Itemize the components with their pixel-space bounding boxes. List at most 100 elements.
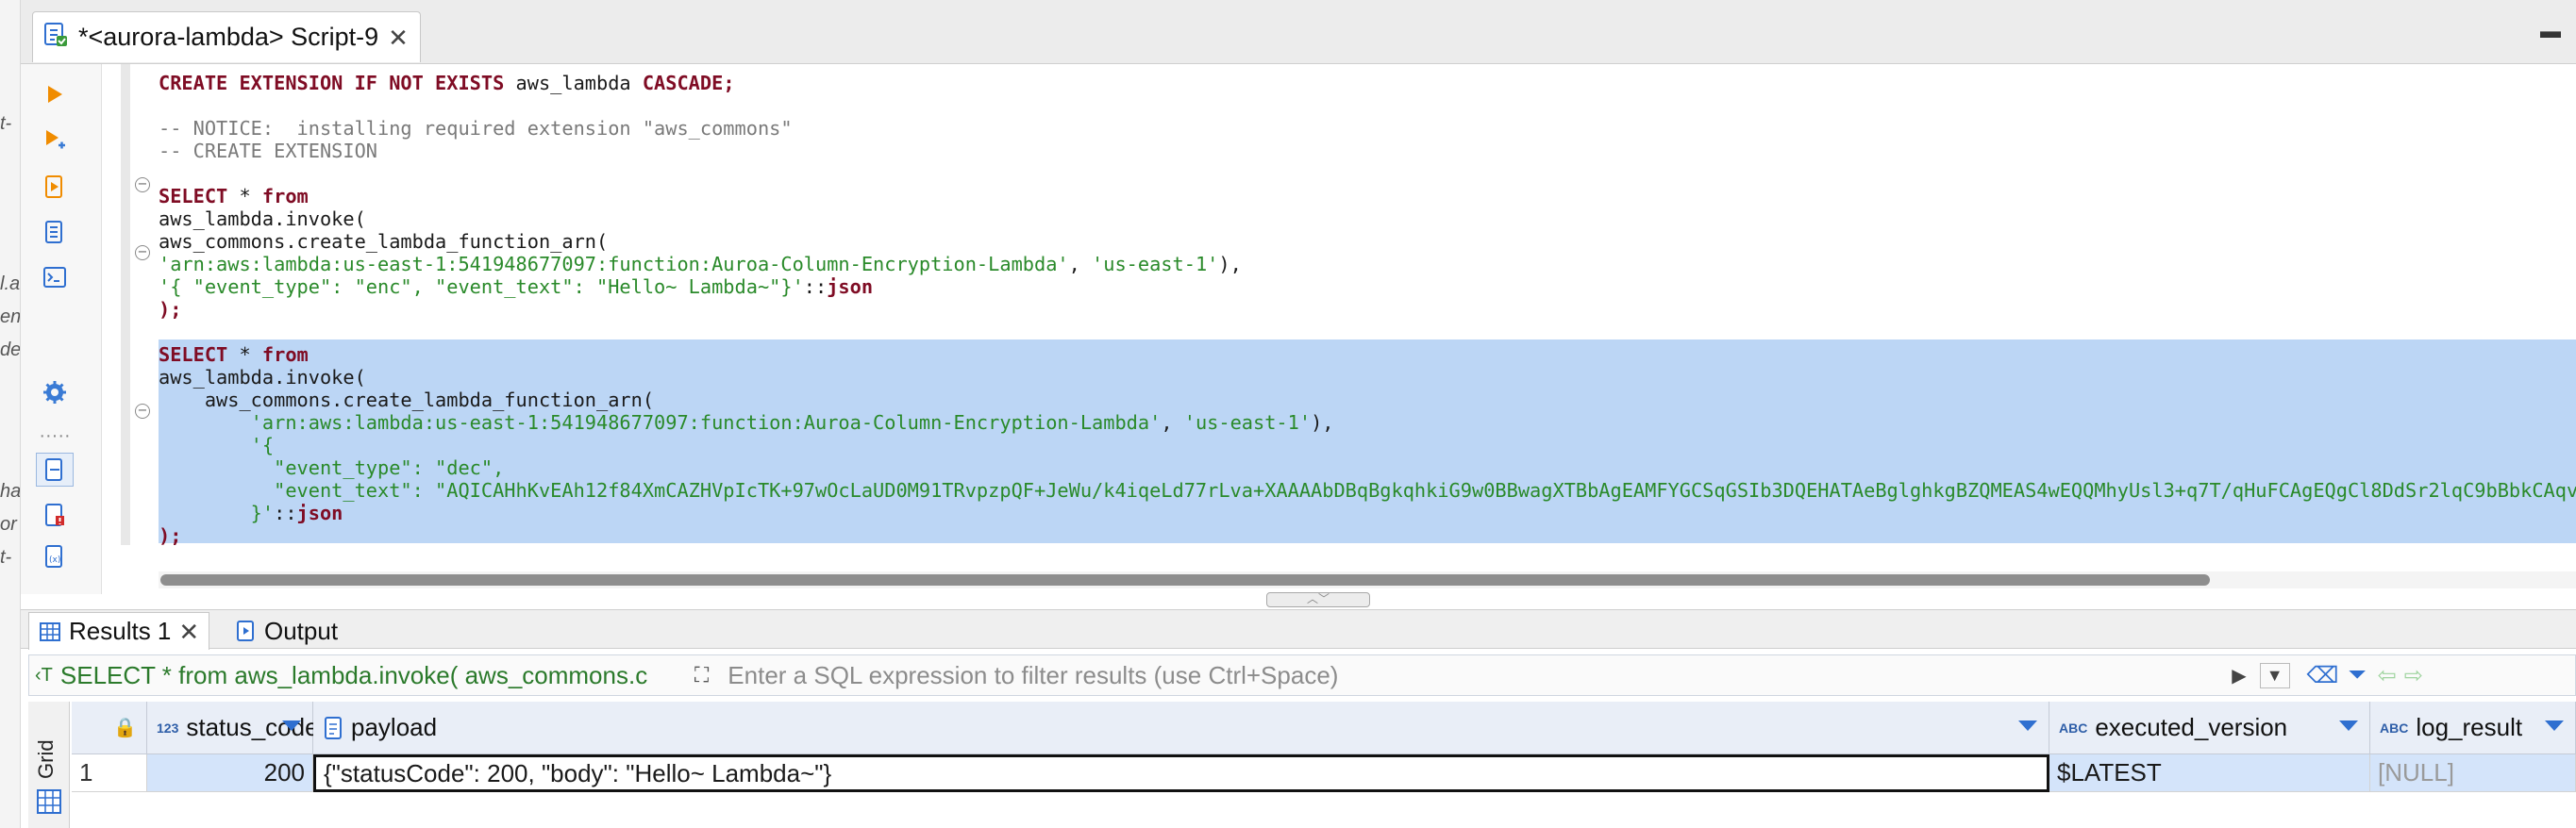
view-mode-rail: Grid <box>28 702 70 828</box>
code-line[interactable]: aws_lambda.invoke( <box>159 207 366 230</box>
back-arrow-icon[interactable]: ⇦ <box>2378 662 2397 689</box>
sql-editor[interactable]: − − − CREATE EXTENSION IF NOT EXISTS aws… <box>132 64 2576 564</box>
document-icon <box>45 221 62 243</box>
code-line[interactable]: aws_commons.create_lambda_function_arn( <box>159 230 608 253</box>
close-tab-icon[interactable]: ✕ <box>388 25 409 50</box>
results-panel-icon <box>45 458 62 481</box>
filter-expression-input[interactable]: Enter a SQL expression to filter results… <box>728 661 2218 690</box>
code-token: ), <box>1218 253 1242 275</box>
query-preview[interactable]: SELECT * from aws_lambda.invoke( aws_com… <box>53 661 694 690</box>
panel-fragment: ha <box>0 481 21 502</box>
code-token: '{ "event_type": "enc", "event_text": "H… <box>159 275 804 298</box>
open-console-button[interactable] <box>36 260 74 294</box>
row-number[interactable]: 1 <box>72 754 147 792</box>
sort-arrow-icon[interactable] <box>2545 720 2564 731</box>
minimize-icon[interactable]: ▬ <box>2540 19 2561 43</box>
sort-arrow-icon[interactable] <box>2018 720 2037 731</box>
problems-button[interactable] <box>36 498 74 532</box>
results-filter-bar: ‹T SELECT * from aws_lambda.invoke( aws_… <box>28 654 2576 696</box>
editor-tab-bar: *<aurora-lambda> Script-9 ✕ ▬ <box>21 0 2576 64</box>
code-token: CASCADE <box>642 72 724 94</box>
code-line[interactable]: aws_commons.create_lambda_function_arn( <box>159 389 654 411</box>
code-token: aws_commons.create_lambda_function_arn( <box>159 230 609 253</box>
code-line[interactable]: ); <box>159 298 181 321</box>
fold-toggle-icon[interactable]: − <box>135 404 150 419</box>
code-line[interactable]: "event_text": "AQICAHhKvEAh12f84XmCAZHVp… <box>159 479 2576 502</box>
panel-splitter-handle[interactable]: ︿﹀ <box>1266 592 1370 607</box>
code-token: :: <box>803 275 828 298</box>
fold-toggle-icon[interactable]: − <box>135 177 150 192</box>
tab-script-9[interactable]: *<aurora-lambda> Script-9 ✕ <box>32 11 421 62</box>
column-type-badge: ABC <box>2059 720 2088 736</box>
column-header-payload[interactable]: payload <box>313 702 2049 754</box>
code-token: :: <box>274 502 297 524</box>
svg-text:(x): (x) <box>49 555 60 565</box>
execute-in-new-tab-button[interactable] <box>36 123 74 157</box>
code-token: ); <box>159 298 182 321</box>
code-line[interactable]: '{ <box>159 434 274 456</box>
code-token: }' <box>159 502 275 524</box>
tab-results-label: Results 1 <box>69 617 172 645</box>
cell-executed-version[interactable]: $LATEST <box>2049 754 2370 792</box>
execute-statement-button[interactable] <box>36 77 74 111</box>
tab-results-1[interactable]: Results 1 ✕ <box>28 612 210 650</box>
tab-title: *<aurora-lambda> Script-9 <box>78 23 379 51</box>
code-line[interactable]: aws_lambda.invoke( <box>159 366 366 389</box>
column-header-executed-version[interactable]: ABC executed_version <box>2049 702 2370 754</box>
code-line[interactable]: ); <box>159 524 181 547</box>
code-line[interactable]: -- CREATE EXTENSION <box>159 140 377 162</box>
filter-history-dropdown-icon[interactable]: ▼ <box>2259 662 2290 688</box>
code-token: json <box>827 275 874 298</box>
code-line[interactable]: '{ "event_type": "enc", "event_text": "H… <box>159 275 873 298</box>
column-name: payload <box>351 713 438 741</box>
panel-fragment: de <box>0 339 21 360</box>
grid-mode-label[interactable]: Grid <box>34 739 59 779</box>
eraser-icon[interactable]: ⌫ <box>2307 662 2339 689</box>
code-token: aws_commons.create_lambda_function_arn( <box>159 389 655 411</box>
code-line[interactable]: -- NOTICE: installing required extension… <box>159 117 793 140</box>
panel-fragment: l.a <box>0 273 21 294</box>
code-line[interactable]: 'arn:aws:lambda:us-east-1:541948677097:f… <box>159 411 1334 434</box>
funnel-icon[interactable]: ⏷ <box>2348 662 2366 688</box>
column-type-badge: 123 <box>157 720 179 736</box>
results-tab-bar: Results 1 ✕ Output <box>21 609 2576 650</box>
expand-icon[interactable]: ⛶ <box>694 663 709 687</box>
sort-arrow-icon[interactable] <box>2339 720 2358 731</box>
column-header-status-code[interactable]: 123 status_code <box>147 702 319 754</box>
code-token: , <box>1068 253 1093 275</box>
sort-arrow-icon[interactable] <box>282 720 301 731</box>
code-line[interactable]: 'arn:aws:lambda:us-east-1:541948677097:f… <box>159 253 1242 275</box>
settings-button[interactable] <box>36 375 74 409</box>
fold-toggle-icon[interactable]: − <box>135 245 150 260</box>
close-tab-icon[interactable]: ✕ <box>178 620 199 644</box>
code-line[interactable]: }'::json <box>159 502 343 524</box>
code-line[interactable]: SELECT * from <box>159 185 309 207</box>
code-line[interactable]: "event_type": "dec", <box>159 456 504 479</box>
execute-script-button[interactable] <box>36 170 74 204</box>
cell-log-result[interactable]: [NULL] <box>2370 754 2576 792</box>
editor-toolbar: ····· (x) <box>21 64 102 594</box>
explain-plan-button[interactable] <box>36 215 74 249</box>
code-token: * <box>227 185 262 207</box>
code-token: -- CREATE EXTENSION <box>159 140 377 162</box>
code-line[interactable]: CREATE EXTENSION IF NOT EXISTS aws_lambd… <box>159 72 735 94</box>
sql-query-icon: ‹T <box>35 664 53 686</box>
column-header-log-result[interactable]: ABC log_result <box>2370 702 2576 754</box>
tab-output[interactable]: Output <box>226 612 347 650</box>
tab-output-label: Output <box>264 616 339 645</box>
cell-status-code[interactable]: 200 <box>147 754 313 792</box>
forward-arrow-icon[interactable]: ⇨ <box>2404 662 2423 689</box>
toggle-results-button[interactable] <box>36 453 74 487</box>
cell-payload[interactable]: {"statusCode": 200, "body": "Hello~ Lamb… <box>313 754 2049 792</box>
column-name: executed_version <box>2095 713 2288 741</box>
horizontal-scrollbar[interactable] <box>159 571 2576 588</box>
scrollbar-thumb[interactable] <box>160 574 2210 586</box>
more-icon[interactable]: ····· <box>36 419 74 453</box>
document-error-icon <box>45 504 64 526</box>
code-token: , <box>1161 411 1184 434</box>
apply-filter-icon[interactable]: ▶ <box>2232 664 2246 687</box>
variables-button[interactable]: (x) <box>36 539 74 573</box>
code-line[interactable]: SELECT * from <box>159 343 309 366</box>
code-token: 'us-east-1' <box>1092 253 1219 275</box>
outline-panel-edge: t- l.a en de ha or t- <box>0 0 21 828</box>
